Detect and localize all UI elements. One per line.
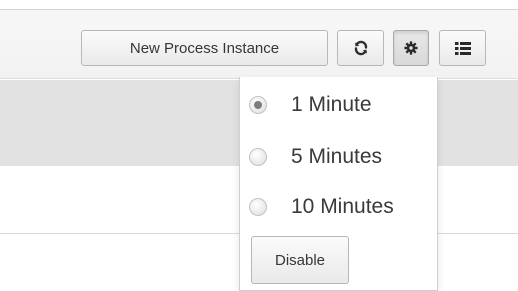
gear-icon: [404, 41, 418, 55]
refresh-option-5-minutes[interactable]: 5 Minutes: [240, 137, 439, 177]
radio-5-minutes[interactable]: [249, 148, 267, 166]
radio-10-minutes[interactable]: [249, 198, 267, 216]
top-strip: [0, 0, 518, 9]
auto-refresh-dropdown: 1 Minute 5 Minutes 10 Minutes Disable: [239, 77, 438, 291]
option-label: 5 Minutes: [291, 145, 383, 168]
settings-button[interactable]: [393, 30, 429, 66]
option-label: 1 Minute: [291, 93, 372, 116]
new-process-instance-button[interactable]: New Process Instance: [81, 30, 328, 66]
new-process-instance-label: New Process Instance: [129, 39, 280, 57]
disable-button[interactable]: Disable: [251, 236, 349, 284]
refresh-option-1-minute[interactable]: 1 Minute: [240, 85, 439, 125]
option-label: 10 Minutes: [291, 195, 394, 218]
refresh-button[interactable]: [337, 30, 384, 66]
refresh-option-10-minutes[interactable]: 10 Minutes: [240, 187, 439, 227]
disable-label: Disable: [274, 251, 326, 269]
list-icon: [454, 41, 471, 55]
radio-1-minute[interactable]: [249, 96, 267, 114]
list-view-button[interactable]: [439, 30, 486, 66]
refresh-icon: [353, 40, 369, 56]
